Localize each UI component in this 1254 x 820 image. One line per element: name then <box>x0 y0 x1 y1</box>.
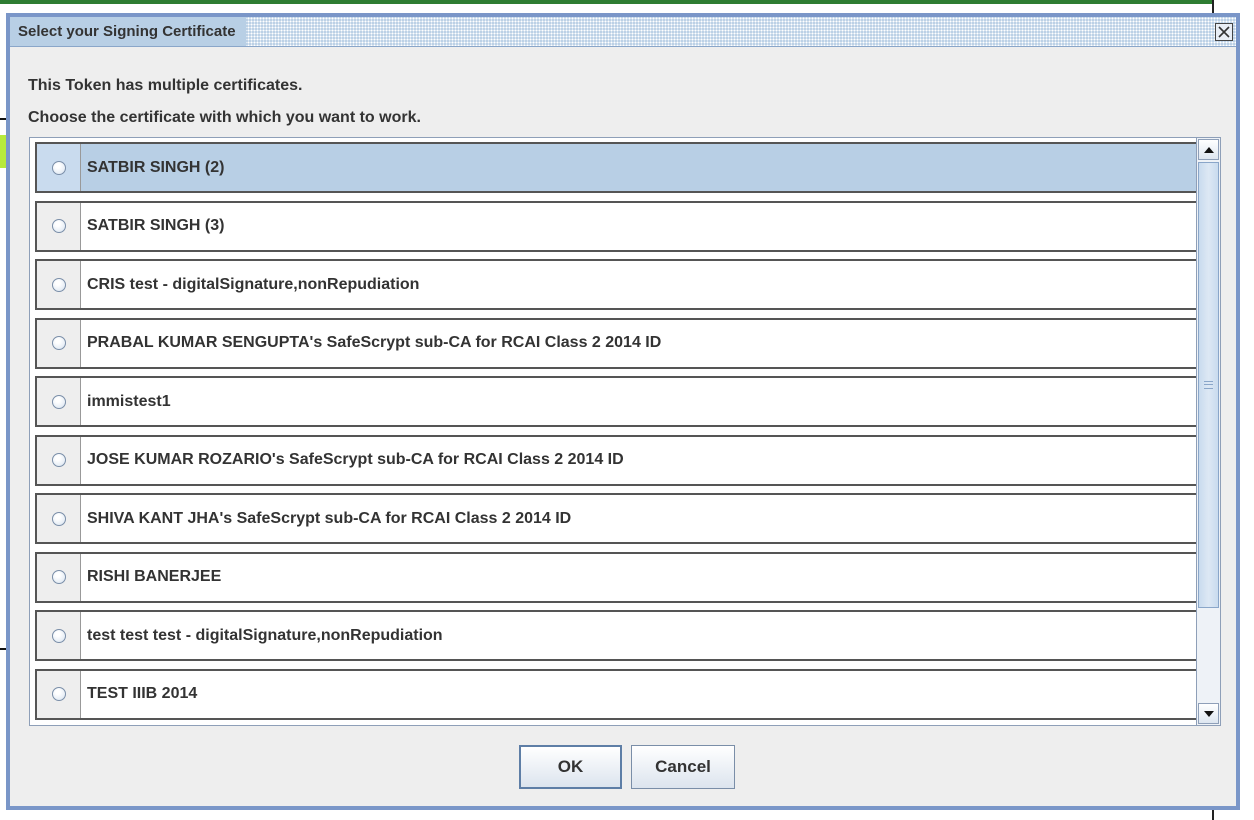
certificate-label: RISHI BANERJEE <box>87 568 222 585</box>
dialog-message-line-2: Choose the certificate with which you wa… <box>28 109 421 126</box>
radio-button-icon[interactable] <box>51 219 66 233</box>
arrow-down-icon <box>1203 710 1214 717</box>
radio-button-icon[interactable] <box>51 277 66 292</box>
certificate-row[interactable]: test test test - digitalSignature,nonRep… <box>35 610 1196 661</box>
certificate-radio-cell[interactable] <box>37 612 81 659</box>
certificate-label: SATBIR SINGH (2) <box>87 158 225 176</box>
certificate-row[interactable]: RISHI BANERJEE <box>35 551 1196 603</box>
vertical-scrollbar[interactable] <box>1197 137 1221 726</box>
certificate-label: SHIVA KANT JHA's SafeScrypt sub-CA for R… <box>87 509 572 527</box>
scroll-grip <box>1204 381 1213 389</box>
radio-button-icon[interactable] <box>51 570 66 584</box>
close-icon <box>1218 26 1230 38</box>
certificate-row[interactable]: immistest1 <box>35 376 1196 427</box>
background-window-edge <box>0 0 1254 4</box>
certificate-radio-cell[interactable] <box>37 553 81 601</box>
cancel-button[interactable]: Cancel <box>631 745 735 789</box>
scroll-down-button[interactable] <box>1198 703 1219 724</box>
certificate-radio-cell[interactable] <box>37 319 81 367</box>
dialog-message-line-1: This Token has multiple certificates. <box>28 77 303 94</box>
radio-button-icon[interactable] <box>51 160 66 175</box>
certificate-radio-cell[interactable] <box>37 378 81 425</box>
certificate-label: TEST IIIB 2014 <box>87 685 198 702</box>
close-button[interactable] <box>1215 23 1233 41</box>
radio-button-icon[interactable] <box>51 511 66 526</box>
radio-button-icon[interactable] <box>51 628 66 643</box>
dialog-title: Select your Signing Certificate <box>10 17 246 46</box>
scroll-thumb[interactable] <box>1198 162 1219 608</box>
dialog-title-bar[interactable]: Select your Signing Certificate <box>10 17 1236 47</box>
radio-button-icon[interactable] <box>51 336 66 350</box>
certificate-label: SATBIR SINGH (3) <box>87 217 225 234</box>
certificate-label: CRIS test - digitalSignature,nonRepudiat… <box>87 275 420 293</box>
certificate-radio-cell[interactable] <box>37 261 81 308</box>
certificate-radio-cell[interactable] <box>37 436 81 484</box>
radio-button-icon[interactable] <box>51 687 66 701</box>
certificate-row[interactable]: SATBIR SINGH (3) <box>35 200 1196 252</box>
certificate-label: immistest1 <box>87 392 171 410</box>
radio-button-icon[interactable] <box>51 394 66 409</box>
certificate-row[interactable]: CRIS test - digitalSignature,nonRepudiat… <box>35 259 1196 310</box>
certificate-row[interactable]: PRABAL KUMAR SENGUPTA's SafeScrypt sub-C… <box>35 317 1196 369</box>
certificate-row[interactable]: SHIVA KANT JHA's SafeScrypt sub-CA for R… <box>35 493 1196 544</box>
ok-button[interactable]: OK <box>519 745 622 789</box>
certificate-list[interactable]: SATBIR SINGH (2) SATBIR SINGH (3) CRIS tes… <box>29 137 1197 726</box>
certificate-label: test test test - digitalSignature,nonRep… <box>87 626 443 644</box>
radio-button-icon[interactable] <box>51 453 66 467</box>
arrow-up-icon <box>1203 146 1214 153</box>
certificate-label: PRABAL KUMAR SENGUPTA's SafeScrypt sub-C… <box>87 334 662 351</box>
certificate-row[interactable]: SATBIR SINGH (2) <box>35 142 1196 193</box>
scroll-up-button[interactable] <box>1198 139 1219 160</box>
certificate-row[interactable]: JOSE KUMAR ROZARIO's SafeScrypt sub-CA f… <box>35 434 1196 486</box>
certificate-radio-cell[interactable] <box>37 495 81 542</box>
certificate-radio-cell[interactable] <box>37 670 81 718</box>
certificate-row[interactable]: TEST IIIB 2014 <box>35 668 1196 720</box>
certificate-radio-cell[interactable] <box>37 202 81 250</box>
certificate-radio-cell[interactable] <box>37 144 81 191</box>
signing-certificate-dialog: Select your Signing Certificate This Tok… <box>6 13 1240 810</box>
certificate-label: JOSE KUMAR ROZARIO's SafeScrypt sub-CA f… <box>87 451 624 468</box>
